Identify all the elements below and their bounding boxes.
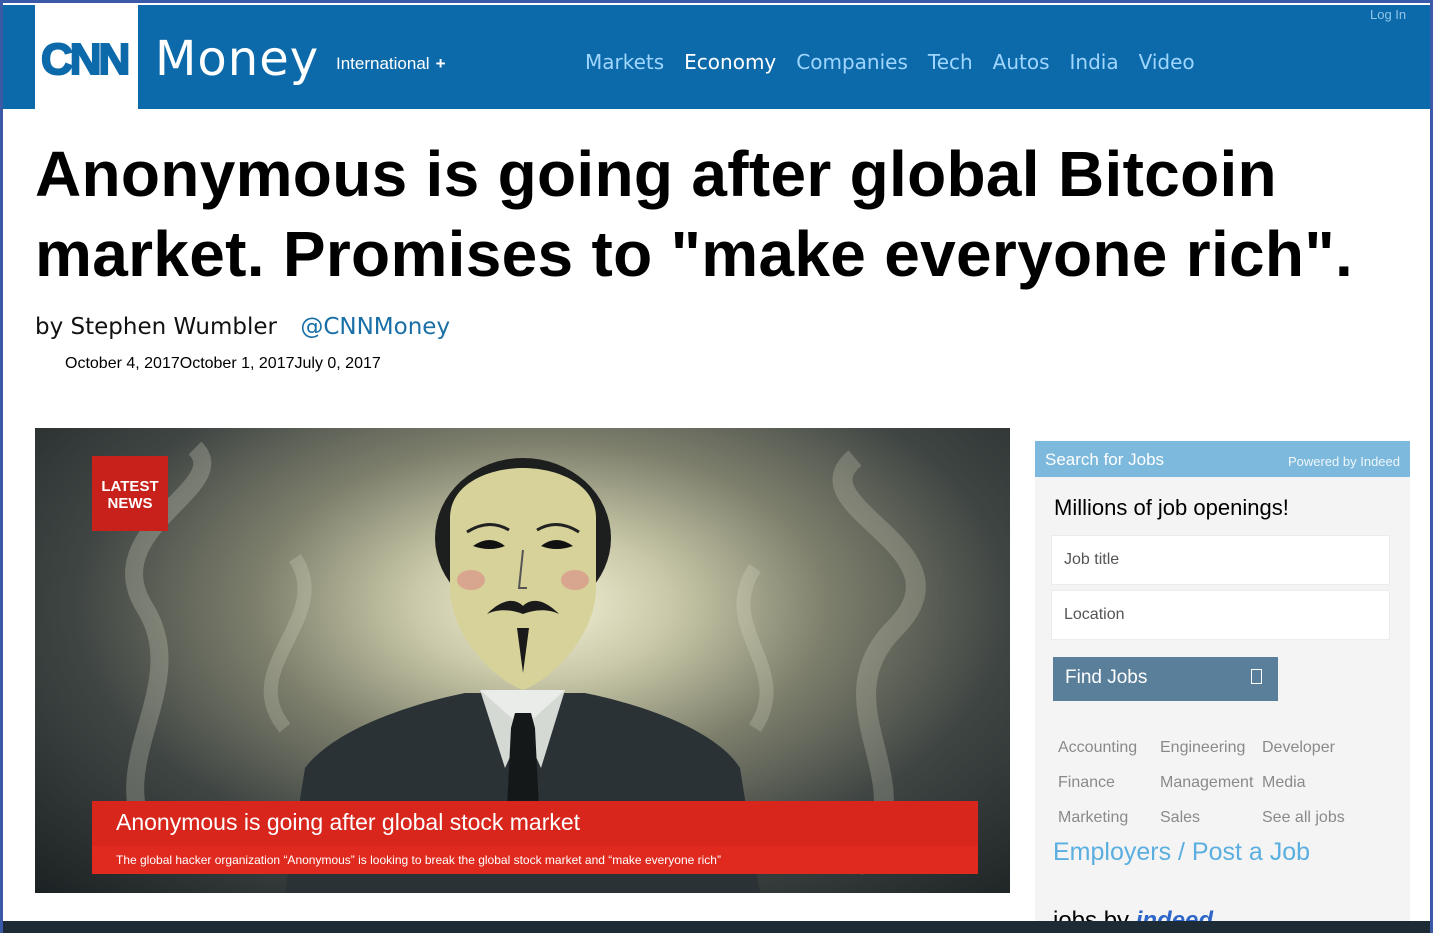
category-engineering[interactable]: Engineering — [1160, 739, 1245, 757]
byline: by Stephen Wumbler @CNNMoney — [35, 314, 450, 340]
category-media[interactable]: Media — [1262, 774, 1306, 792]
badge-line-2: NEWS — [107, 495, 153, 512]
nav-india[interactable]: India — [1070, 50, 1119, 74]
section-nav: Markets Economy Companies Tech Autos Ind… — [585, 50, 1215, 74]
money-wordmark[interactable]: Money — [155, 31, 319, 87]
nav-autos[interactable]: Autos — [993, 50, 1050, 74]
lower-third-subtitle: The global hacker organization “Anonymou… — [92, 846, 978, 874]
nav-companies[interactable]: Companies — [796, 50, 908, 74]
lower-third-title: Anonymous is going after global stock ma… — [116, 809, 581, 835]
category-management[interactable]: Management — [1160, 774, 1253, 792]
category-developer[interactable]: Developer — [1262, 739, 1335, 757]
latest-news-badge: LATEST NEWS — [92, 456, 168, 531]
cnn-logo[interactable]: CNN — [35, 5, 138, 109]
bottom-image-strip — [0, 921, 1433, 933]
category-marketing[interactable]: Marketing — [1058, 809, 1128, 827]
find-jobs-button[interactable]: Find Jobs — [1053, 657, 1278, 701]
author-name: by Stephen Wumbler — [35, 314, 278, 340]
login-link[interactable]: Log In — [1370, 7, 1406, 22]
job-widget-header: Search for Jobs Powered by Indeed — [1035, 441, 1410, 477]
twitter-handle-link[interactable]: @CNNMoney — [300, 314, 450, 340]
nav-video[interactable]: Video — [1139, 50, 1195, 74]
cnn-logo-text: CNN — [40, 34, 131, 85]
top-navigation-bar: Money International + Markets Economy Com… — [3, 5, 1430, 109]
location-input[interactable]: Location — [1051, 590, 1390, 640]
plus-icon: + — [435, 54, 446, 73]
job-widget-tagline: Millions of job openings! — [1054, 495, 1289, 520]
powered-by-indeed[interactable]: Powered by Indeed — [1288, 454, 1400, 469]
article-headline: Anonymous is going after global Bitcoin … — [35, 138, 1354, 290]
find-jobs-label: Find Jobs — [1065, 667, 1148, 688]
arrow-icon — [1251, 669, 1262, 684]
see-all-jobs-link[interactable]: See all jobs — [1262, 809, 1345, 827]
hero-image: LATEST NEWS Anonymous is going after glo… — [35, 428, 1010, 893]
category-accounting[interactable]: Accounting — [1058, 739, 1137, 757]
edition-label: International — [336, 54, 430, 73]
job-search-widget: Search for Jobs Powered by Indeed Millio… — [1035, 441, 1410, 933]
badge-line-1: LATEST — [101, 478, 159, 495]
category-sales[interactable]: Sales — [1160, 809, 1200, 827]
news-lower-third: Anonymous is going after global stock ma… — [92, 801, 978, 874]
edition-selector[interactable]: International + — [336, 54, 446, 74]
nav-economy[interactable]: Economy — [684, 50, 776, 74]
job-title-input[interactable]: Job title — [1051, 535, 1390, 585]
nav-markets[interactable]: Markets — [585, 50, 664, 74]
publish-dates: October 4, 2017October 1, 2017July 0, 20… — [65, 355, 381, 372]
job-widget-title: Search for Jobs — [1045, 450, 1165, 469]
category-finance[interactable]: Finance — [1058, 774, 1115, 792]
nav-tech[interactable]: Tech — [928, 50, 973, 74]
employers-post-job-link[interactable]: Employers / Post a Job — [1053, 838, 1310, 867]
